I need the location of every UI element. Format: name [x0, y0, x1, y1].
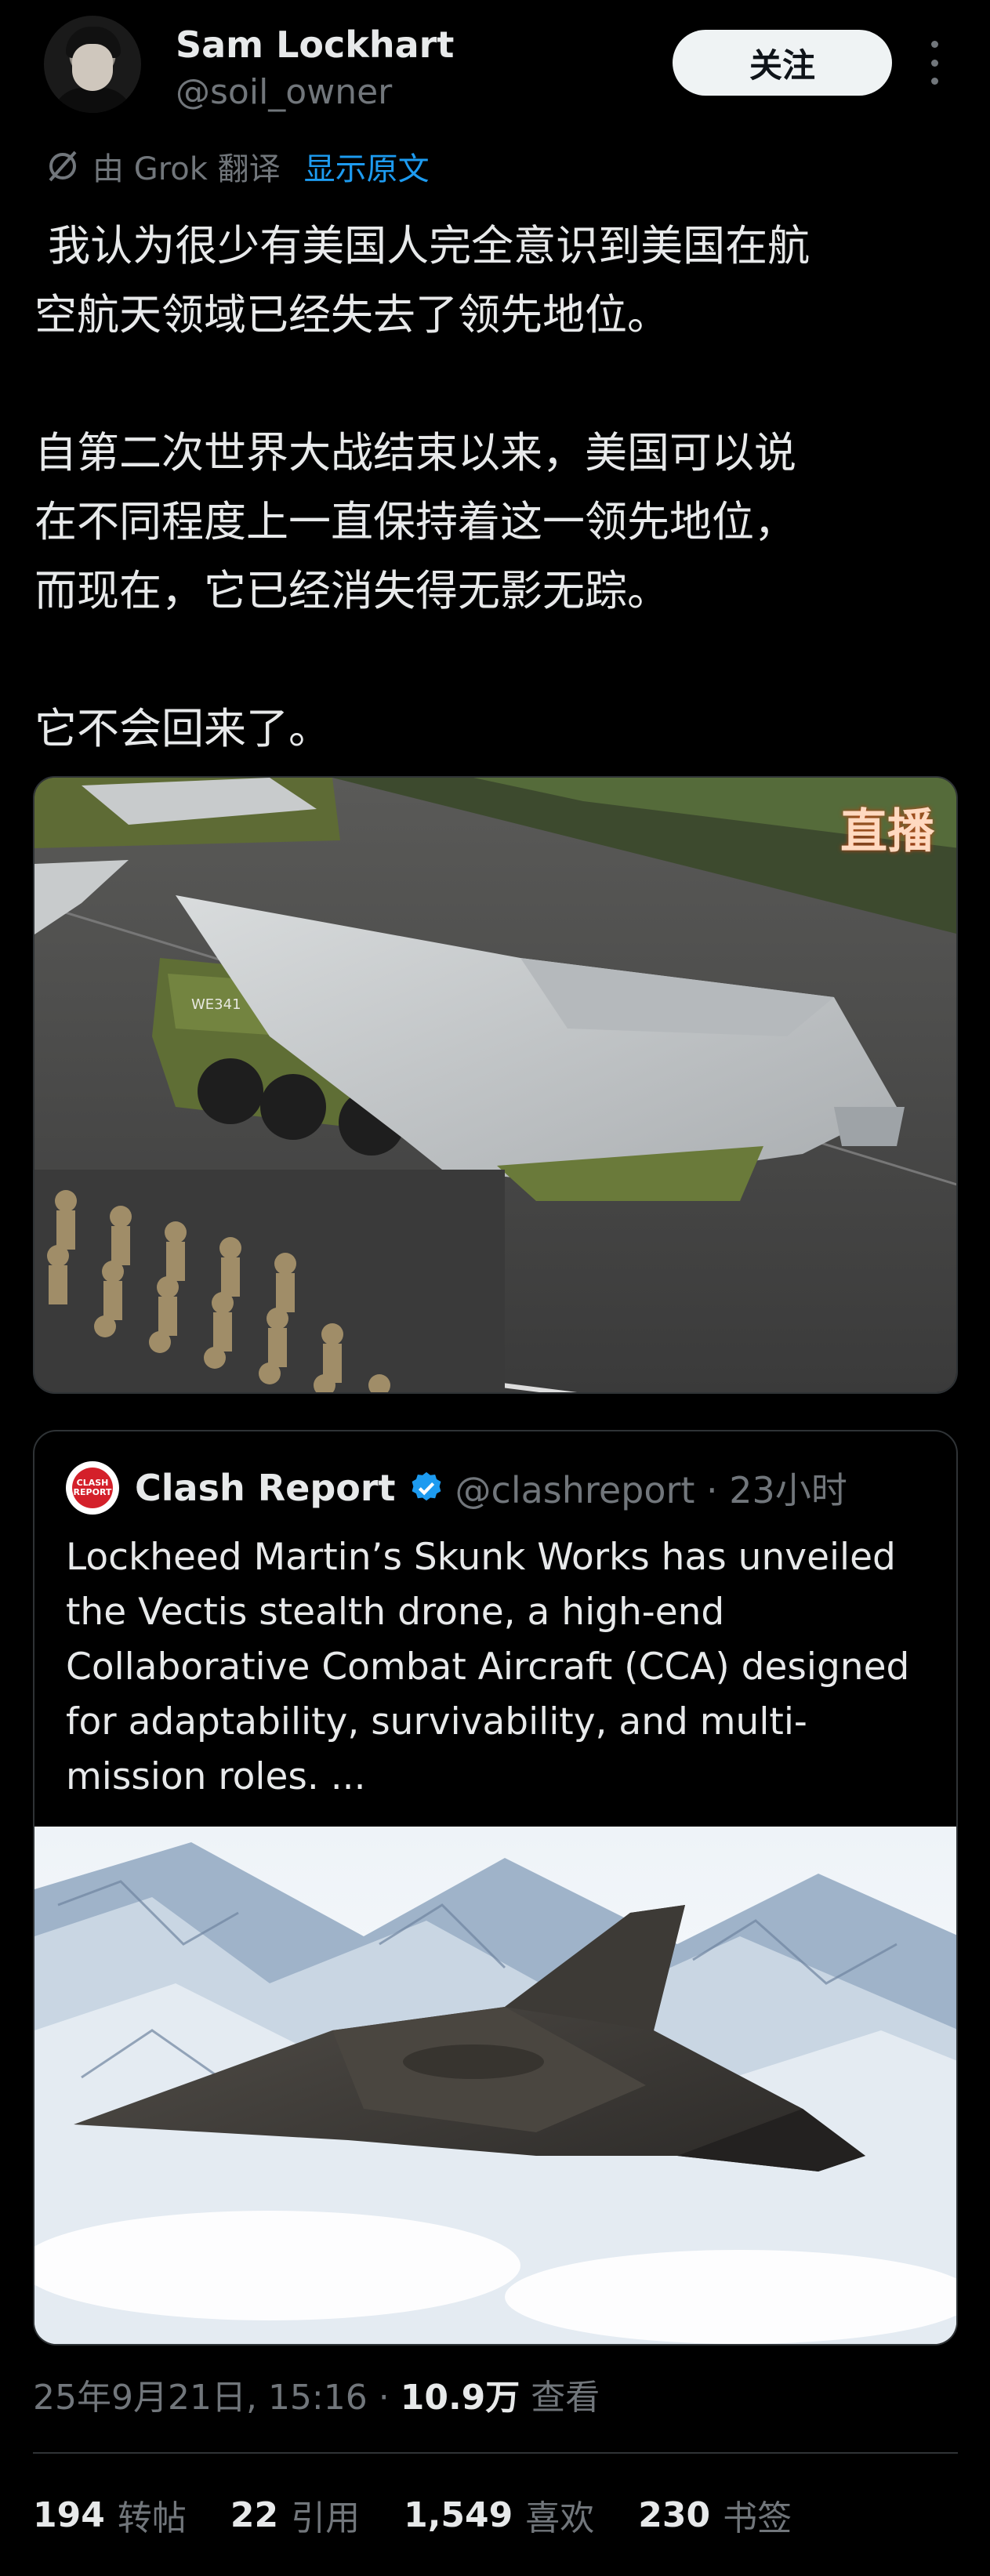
author-display-name[interactable]: Sam Lockhart [176, 24, 454, 66]
likes-label: 喜欢 [525, 2498, 595, 2538]
engagement-stats: 194 转帖 22 引用 1,549 喜欢 230 书签 [33, 2490, 836, 2540]
follow-button[interactable]: 关注 [673, 30, 892, 96]
view-count: 10.9万 [400, 2378, 520, 2418]
quotes-count: 22 [230, 2494, 279, 2535]
drone-illustration [34, 1827, 956, 2344]
views-label: 查看 [531, 2378, 600, 2418]
quoted-author-name[interactable]: Clash Report [135, 1467, 396, 1509]
divider [33, 2452, 958, 2454]
bookmarks-stat[interactable]: 230 书签 [638, 2490, 792, 2540]
reposts-label: 转帖 [117, 2498, 187, 2538]
grok-icon [49, 151, 77, 182]
translated-by-label: 由 Grok 翻译 [92, 151, 281, 187]
likes-stat[interactable]: 1,549 喜欢 [404, 2490, 594, 2540]
quoted-tweet-card[interactable]: CLASH REPORT Clash Report @clashreport ·… [33, 1430, 958, 2346]
quoted-tweet-image[interactable] [34, 1827, 956, 2344]
quoted-tweet-header: CLASH REPORT Clash Report @clashreport ·… [66, 1460, 847, 1516]
reposts-count: 194 [33, 2494, 105, 2535]
show-original-link[interactable]: 显示原文 [304, 143, 430, 189]
reposts-stat[interactable]: 194 转帖 [33, 2490, 187, 2540]
tweet-meta: 25年9月21日, 15:16 · 10.9万 查看 [33, 2369, 600, 2419]
verified-badge-icon [412, 1471, 441, 1501]
tweet-image-parade[interactable]: WE341 直播 [33, 776, 958, 1394]
clash-report-logo: CLASH REPORT [72, 1468, 113, 1508]
author-avatar[interactable] [44, 16, 141, 113]
live-tag: 直播 [840, 804, 934, 859]
truck-plate: WE341 [191, 996, 241, 1013]
more-options-icon[interactable] [925, 41, 944, 85]
quoted-tweet-text: Lockheed Martin’s Skunk Works has unveil… [66, 1536, 910, 1798]
bookmarks-label: 书签 [723, 2498, 792, 2538]
tweet-text: 我认为很少有美国人完全意识到美国在航 空航天领域已经失去了领先地位。 自第二次世… [34, 221, 810, 753]
parade-illustration: WE341 [34, 778, 956, 1392]
bookmarks-count: 230 [638, 2494, 711, 2535]
quoted-author-avatar[interactable]: CLASH REPORT [66, 1461, 119, 1515]
author-handle[interactable]: @soil_owner [176, 72, 392, 112]
quotes-label: 引用 [291, 2498, 361, 2538]
quotes-stat[interactable]: 22 引用 [230, 2490, 360, 2540]
tweet-timestamp[interactable]: 25年9月21日, 15:16 · [33, 2369, 390, 2419]
quoted-handle-time: @clashreport · 23小时 [455, 1469, 847, 1511]
tweet-header: Sam Lockhart @soil_owner 关注 [0, 0, 990, 141]
translation-row: 由 Grok 翻译 显示原文 [44, 143, 430, 190]
likes-count: 1,549 [404, 2494, 513, 2535]
